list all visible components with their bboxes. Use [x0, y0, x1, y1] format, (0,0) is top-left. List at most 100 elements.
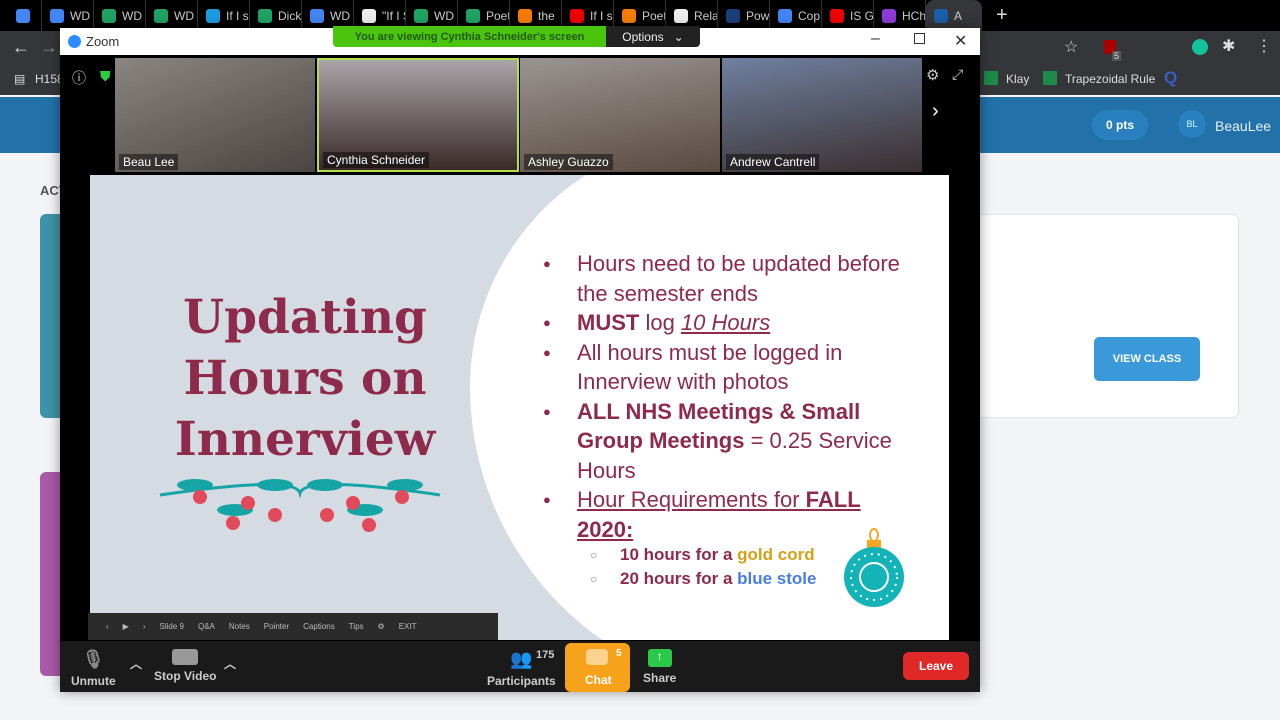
tab[interactable]: HCh — [874, 0, 926, 31]
tips-button[interactable]: Tips — [349, 622, 364, 631]
tab-label: Poet — [486, 8, 510, 23]
favicon-icon — [518, 8, 532, 23]
fullscreen-icon[interactable]: ⤢ — [952, 66, 963, 83]
favicon-icon — [466, 8, 480, 23]
slide-selector[interactable]: Slide 9 — [160, 622, 184, 631]
next-slide-icon[interactable]: › — [143, 622, 146, 631]
menu-icon[interactable]: ⋮ — [1256, 36, 1272, 56]
favicon-icon — [206, 8, 220, 23]
favicon-icon — [258, 8, 272, 23]
chat-button[interactable]: 5 Chat — [565, 643, 630, 692]
tab-label: Rela — [694, 8, 718, 23]
share-label: Share — [643, 671, 677, 685]
username[interactable]: BeauLee — [1215, 118, 1271, 134]
class-card-body — [960, 214, 1239, 418]
notes-button[interactable]: Notes — [229, 622, 250, 631]
zoom-window: Zoom – ✕ You are viewing Cynthia Schneid… — [60, 26, 980, 692]
tab[interactable]: WD — [146, 0, 198, 31]
favicon-icon — [414, 8, 428, 23]
favicon-icon — [570, 8, 584, 23]
tab[interactable]: Cop — [770, 0, 822, 31]
unmute-button[interactable]: 🎙 Unmute — [71, 649, 116, 688]
tab[interactable]: If I s — [198, 0, 250, 31]
exit-button[interactable]: EXIT — [399, 622, 417, 631]
tab-label: Dick — [278, 8, 302, 23]
tab[interactable]: IS G — [822, 0, 874, 31]
participants-label: Participants — [487, 674, 556, 688]
tab-label: HCh — [902, 8, 926, 23]
bookmark[interactable]: Trapezoidal Rule — [1065, 72, 1155, 86]
play-icon[interactable]: ▶ — [123, 622, 129, 631]
subbullet-text: 10 hours for a — [620, 545, 738, 564]
grammarly-icon[interactable] — [1192, 39, 1208, 55]
tab[interactable]: Dick — [250, 0, 302, 31]
shared-slide: Updating Hours on Innerview Hours need t… — [90, 175, 949, 640]
tab[interactable]: A — [926, 0, 982, 31]
ext-badge: 5 — [1112, 51, 1122, 61]
new-tab-icon[interactable]: + — [996, 4, 1008, 27]
video-tile[interactable]: Ashley Guazzo — [520, 58, 720, 172]
favicon-icon — [622, 8, 636, 23]
back-icon[interactable]: ← — [12, 37, 30, 58]
captions-button[interactable]: Captions — [303, 622, 335, 631]
next-page-icon[interactable]: › — [932, 100, 939, 123]
bullet: MUST log 10 Hours — [543, 308, 922, 338]
tab-label: A — [954, 8, 963, 23]
forward-icon[interactable]: → — [40, 37, 58, 58]
subbullet: 10 hours for a gold cord — [590, 543, 817, 567]
docs-icon — [16, 8, 30, 23]
q-icon[interactable]: Q — [1164, 68, 1177, 88]
window-title: Zoom — [86, 34, 120, 49]
leave-button[interactable]: Leave — [903, 652, 969, 680]
bullet: Hours need to be updated before the seme… — [543, 249, 922, 308]
share-button[interactable]: ↑ Share — [643, 649, 676, 685]
muted-mic-icon: 🎙 — [81, 649, 105, 669]
avatar[interactable]: BL — [1178, 110, 1206, 138]
unmute-label: Unmute — [71, 674, 116, 688]
video-tile-active-speaker[interactable]: Cynthia Schneider — [317, 58, 519, 172]
shield-icon[interactable]: ⛊ — [100, 68, 111, 85]
previous-slide-icon[interactable]: ‹ — [106, 622, 109, 631]
chevron-up-icon[interactable]: ︿ — [224, 655, 236, 672]
info-icon[interactable]: ⓘ — [72, 68, 86, 88]
pointer-button[interactable]: Pointer — [264, 622, 289, 631]
ornament-icon — [844, 528, 904, 607]
favicon-icon — [154, 8, 168, 23]
chat-badge: 5 — [616, 648, 622, 659]
extensions-icon[interactable]: ✱ — [1222, 36, 1235, 56]
tab-label: WD — [434, 8, 454, 23]
video-tile[interactable]: Andrew Cantrell — [722, 58, 922, 172]
participants-icon: 👥 — [510, 649, 533, 669]
bookmark[interactable]: Klay — [1006, 72, 1029, 86]
close-icon[interactable]: ✕ — [954, 31, 967, 51]
presenter-toolbar: ‹ ▶ › Slide 9 Q&A Notes Pointer Captions… — [88, 613, 498, 640]
tab[interactable]: WD — [94, 0, 146, 31]
participant-name: Ashley Guazzo — [524, 154, 613, 170]
gear-icon[interactable]: ⚙ — [926, 66, 939, 84]
chevron-up-icon[interactable]: ︿ — [130, 655, 142, 672]
tab[interactable]: WD — [42, 0, 94, 31]
participant-name: Beau Lee — [119, 154, 179, 170]
tab[interactable]: Pow — [718, 0, 770, 31]
gold-cord-text: gold cord — [737, 545, 815, 564]
subbullet-text: 20 hours for a — [620, 569, 738, 588]
tab-label: Cop — [798, 8, 821, 23]
maximize-icon[interactable] — [914, 33, 925, 44]
favicon-icon — [310, 8, 324, 23]
tab-label: If I s — [590, 8, 613, 23]
stop-video-button[interactable]: Stop Video — [154, 649, 216, 683]
view-class-button[interactable]: VIEW CLASS — [1094, 337, 1200, 381]
options-button[interactable]: Options ⌄ — [606, 26, 700, 47]
tab[interactable] — [8, 0, 42, 31]
star-icon[interactable]: ☆ — [1064, 37, 1078, 57]
subbullet: 20 hours for a blue stole — [590, 567, 816, 591]
slide-subbullets: 10 hours for a gold cord 20 hours for a … — [590, 543, 817, 591]
points-badge: 0 pts — [1092, 110, 1148, 140]
qa-button[interactable]: Q&A — [198, 622, 215, 631]
favicon-icon — [778, 8, 792, 23]
video-tile[interactable]: Beau Lee — [115, 58, 315, 172]
screen-share-banner: You are viewing Cynthia Schneider's scre… — [333, 26, 606, 47]
minimize-icon[interactable]: – — [871, 30, 880, 48]
gear-icon[interactable]: ⚙ — [378, 622, 385, 631]
favicon-icon — [934, 8, 948, 23]
